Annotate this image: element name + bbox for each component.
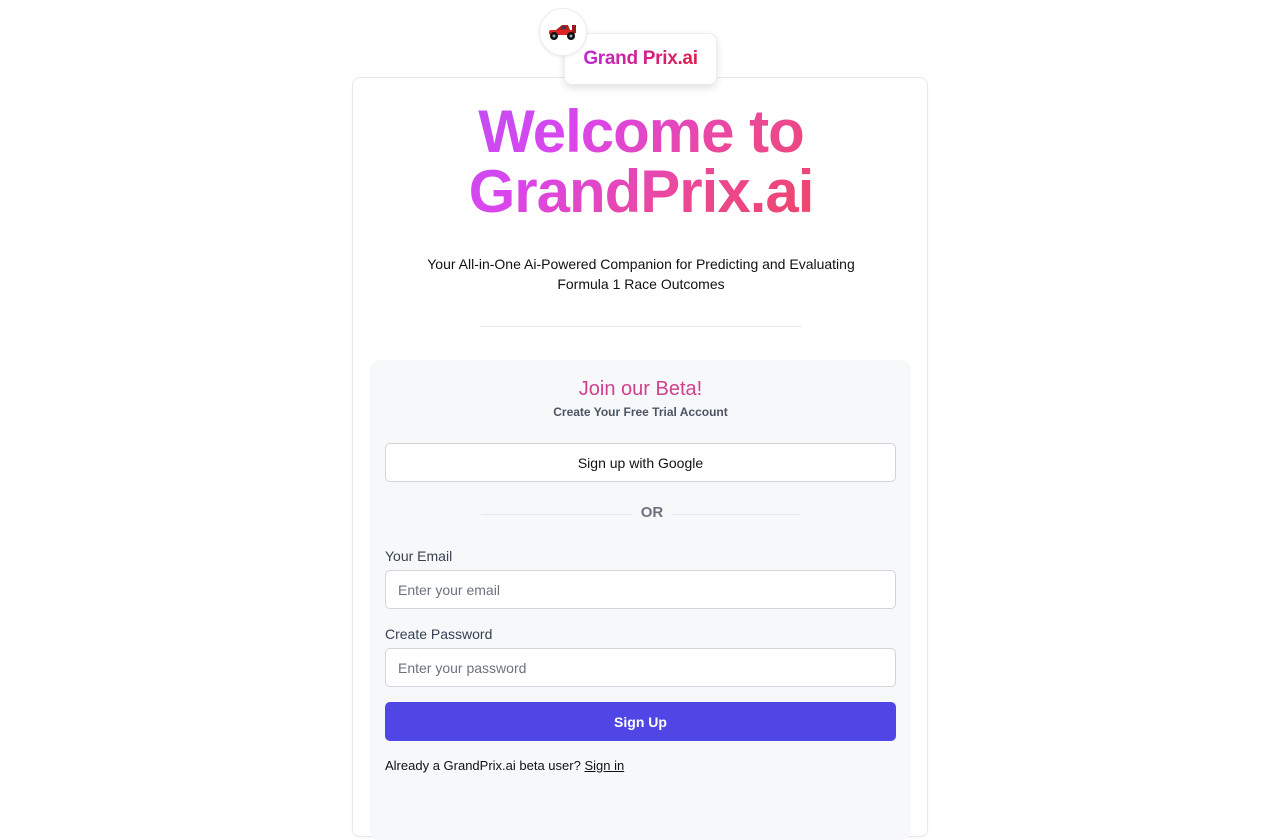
- signin-prompt: Already a GrandPrix.ai beta user? Sign i…: [385, 758, 624, 773]
- email-label: Your Email: [385, 548, 453, 564]
- hero-subtitle-line2: Formula 1 Race Outcomes: [557, 276, 725, 292]
- logo-icon-circle: [539, 8, 587, 56]
- or-divider-left: [481, 514, 631, 515]
- sign-in-link[interactable]: Sign in: [584, 758, 624, 773]
- password-label: Create Password: [385, 626, 493, 642]
- signin-prompt-text: Already a GrandPrix.ai beta user?: [385, 758, 581, 773]
- sign-up-button[interactable]: Sign Up: [385, 702, 896, 741]
- or-divider-right: [672, 514, 800, 515]
- or-divider-text: OR: [640, 504, 664, 521]
- brand-logo[interactable]: Grand Prix.ai: [564, 33, 717, 85]
- signup-panel: Join our Beta! Create Your Free Trial Ac…: [370, 360, 911, 840]
- hero-subtitle-line1: Your All-in-One Ai-Powered Companion for…: [427, 256, 855, 272]
- email-field[interactable]: [385, 570, 896, 609]
- hero-title: Welcome to GrandPrix.ai: [353, 102, 929, 222]
- brand-logo-text: Grand Prix.ai: [583, 48, 698, 69]
- hero-title-line2: GrandPrix.ai: [468, 158, 814, 225]
- welcome-card: Welcome to GrandPrix.ai Your All-in-One …: [352, 77, 929, 840]
- divider: [481, 326, 801, 327]
- signup-title: Join our Beta!: [578, 378, 703, 400]
- google-signup-button[interactable]: Sign up with Google: [385, 443, 896, 482]
- hero-subtitle: Your All-in-One Ai-Powered Companion for…: [401, 254, 881, 294]
- signup-subtitle: Create Your Free Trial Account: [553, 405, 728, 419]
- hero-title-line1: Welcome to: [478, 98, 804, 165]
- password-field[interactable]: [385, 648, 896, 687]
- race-car-icon: [549, 25, 576, 40]
